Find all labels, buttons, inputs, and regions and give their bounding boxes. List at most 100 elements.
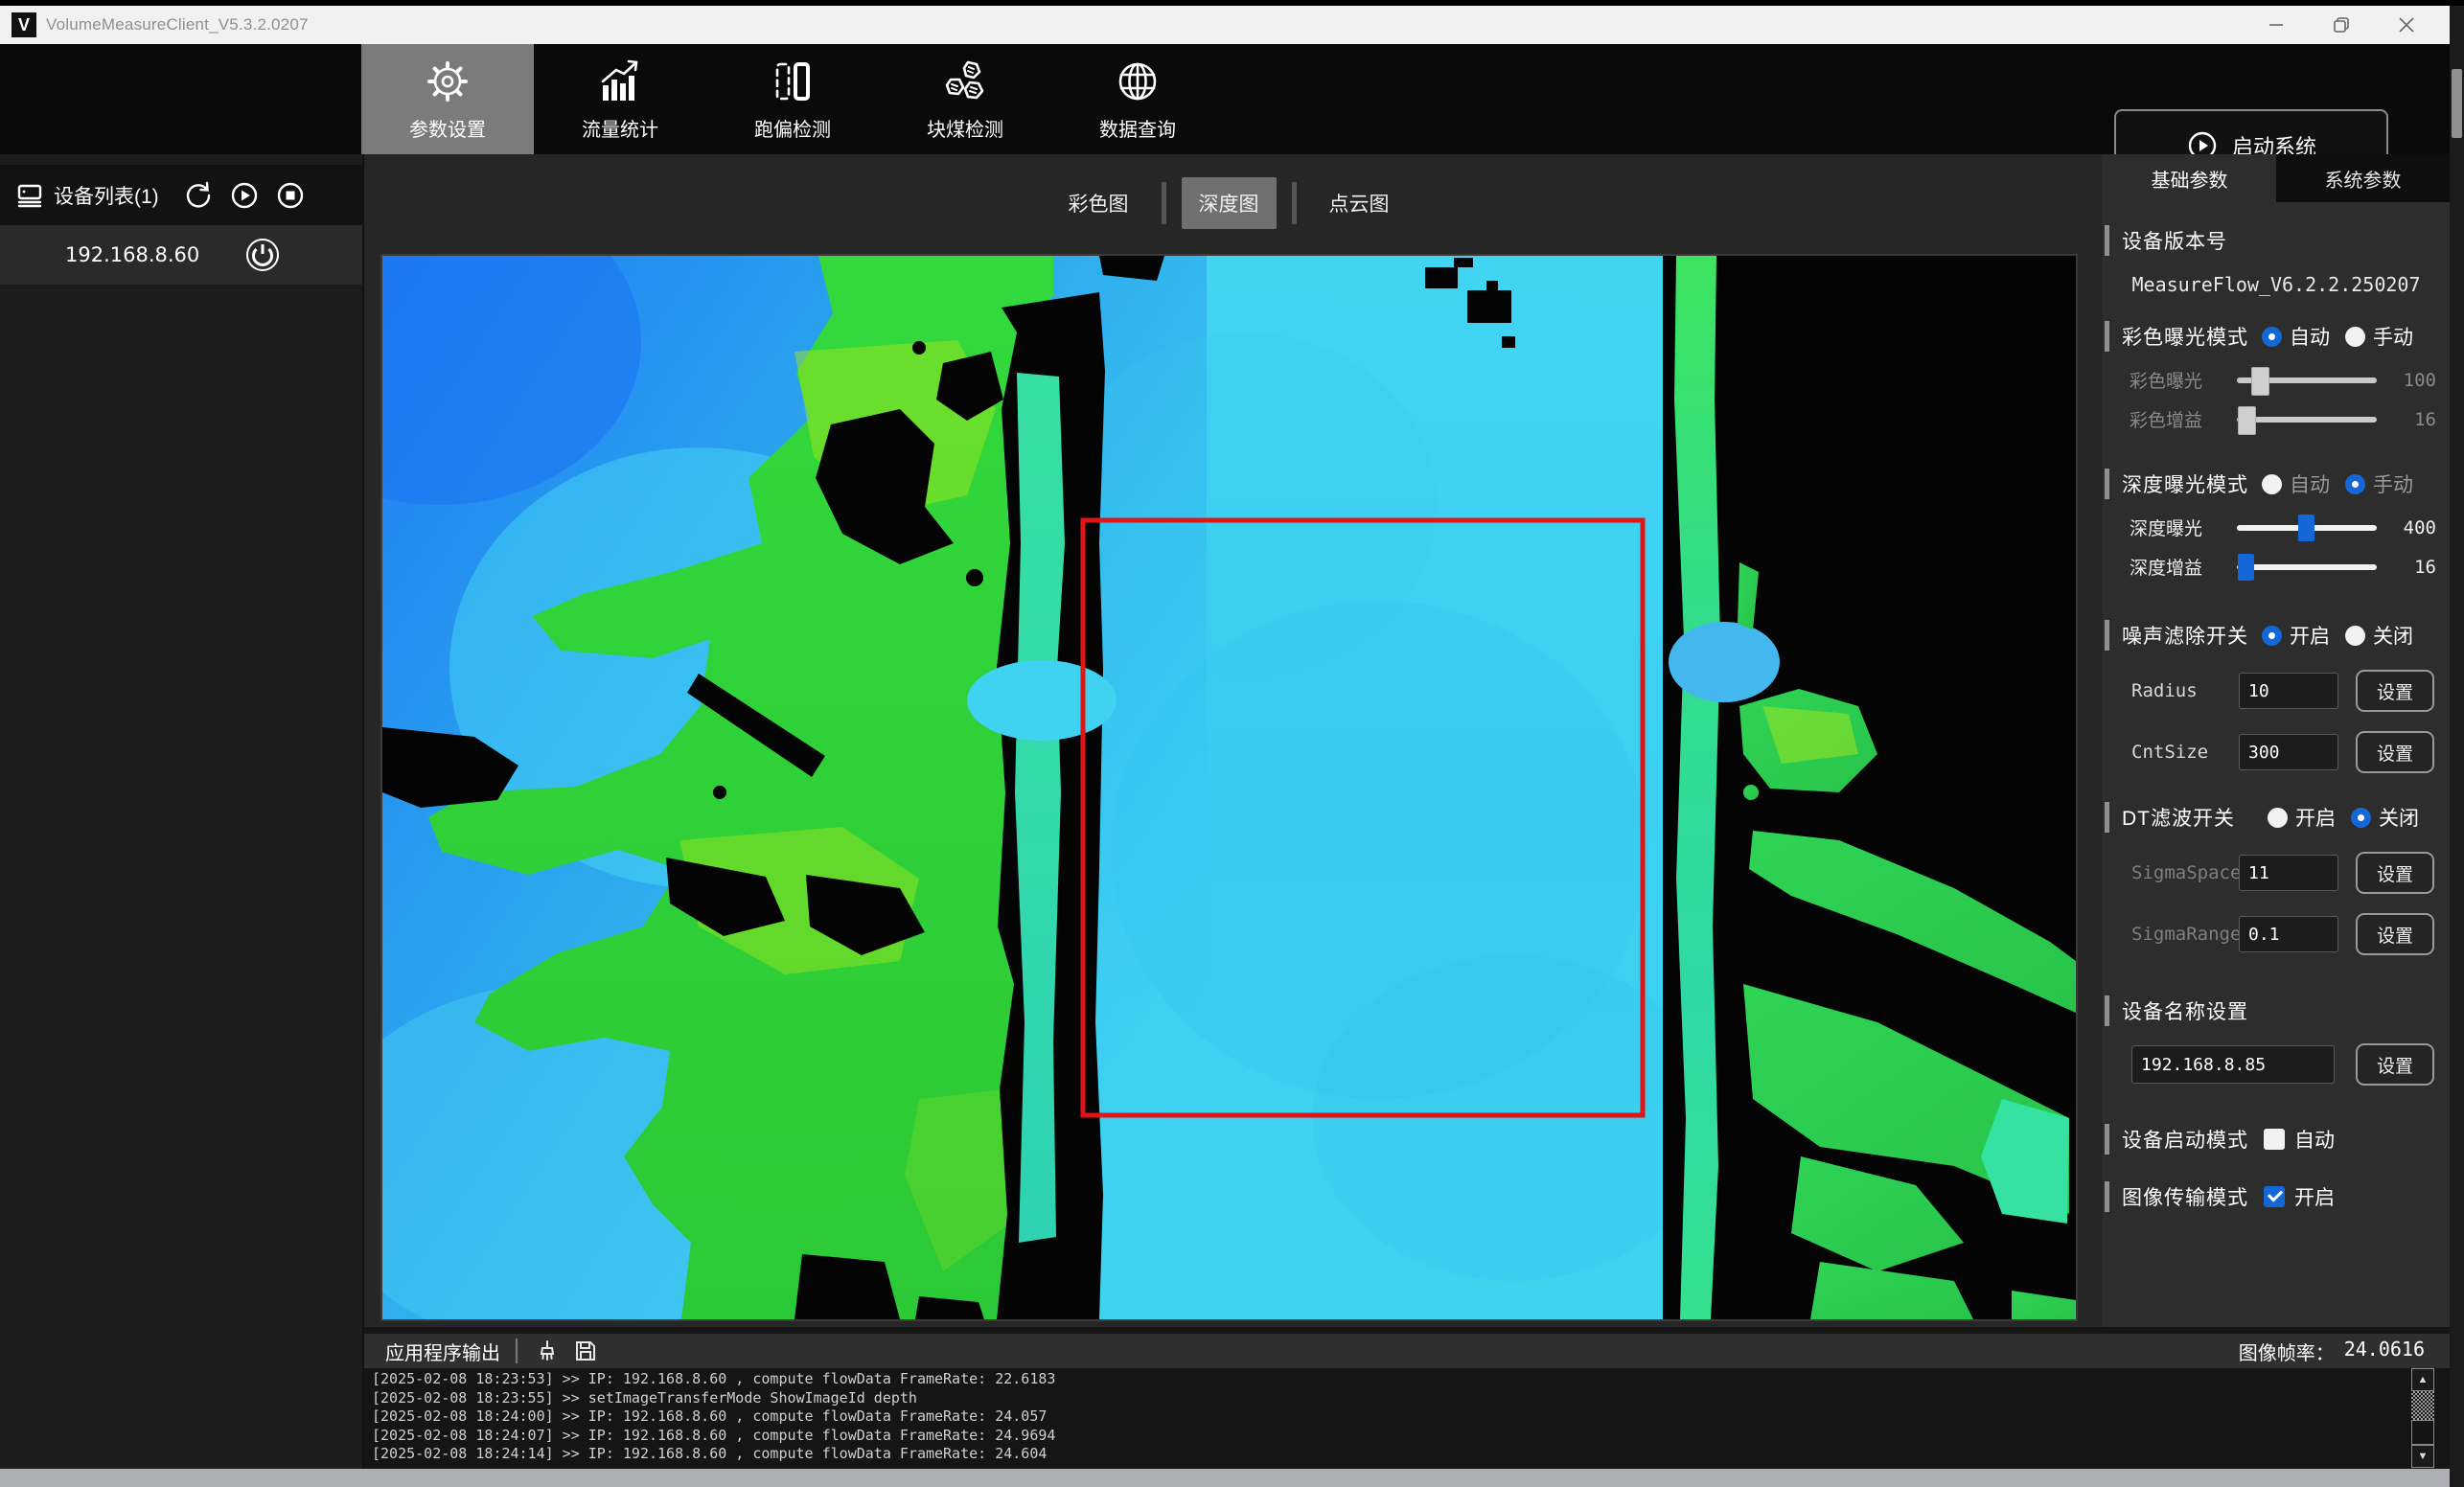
device-list-icon [15, 181, 44, 210]
viewer-area: 彩色图 深度图 点云图 [362, 154, 2105, 1327]
window-scroll-thumb[interactable] [2452, 69, 2462, 138]
parameter-panel: 基础参数 系统参数 设备版本号 MeasureFlow_V6.2.2.25020… [2103, 154, 2450, 1327]
tab-pointcloud-image[interactable]: 点云图 [1312, 177, 1407, 229]
depth-exposure-slider-row: 深度曝光 400 [2130, 515, 2436, 540]
device-sidebar: 设备列表(1) 192.168.8.60 [0, 154, 362, 1469]
cntsize-set-button[interactable]: 设置 [2356, 731, 2434, 773]
radio-depth-auto[interactable] [2262, 474, 2282, 494]
log-output[interactable]: [2025-02-08 18:23:53] >> IP: 192.168.8.6… [372, 1370, 2404, 1466]
start-mode-checkbox[interactable] [2264, 1129, 2285, 1150]
radio-color-auto[interactable] [2262, 327, 2282, 347]
sigma-space-set-button[interactable]: 设置 [2356, 852, 2434, 894]
save-icon [573, 1338, 598, 1363]
refresh-devices-button[interactable] [182, 179, 215, 212]
radio-noise-off[interactable] [2345, 626, 2365, 646]
color-exposure-slider-row: 彩色曝光 100 [2130, 367, 2436, 393]
framerate-label: 图像帧率： [2239, 1338, 2335, 1365]
log-header: 应用程序输出 图像帧率： 24.0616 [364, 1334, 2452, 1368]
device-ip: 192.168.8.60 [65, 243, 199, 266]
toolbar-item-label: 块煤检测 [927, 114, 1003, 142]
window-scrollbar[interactable] [2450, 6, 2464, 1487]
depth-gain-slider-row: 深度增益 16 [2130, 554, 2436, 580]
tab-depth-image[interactable]: 深度图 [1182, 177, 1277, 229]
close-button[interactable] [2374, 6, 2439, 44]
radius-input[interactable]: 10 [2239, 673, 2338, 709]
device-list-header: 设备列表(1) [0, 165, 362, 225]
tab-separator [1162, 182, 1166, 224]
radio-dt-on[interactable] [2268, 808, 2288, 828]
toolbar-item-data-query[interactable]: 数据查询 [1051, 44, 1224, 154]
log-line: [2025-02-08 18:24:14] >> IP: 192.168.8.6… [372, 1445, 2404, 1464]
depth-gain-slider[interactable] [2237, 564, 2377, 570]
toolbar-item-deviation-detection[interactable]: 跑偏检测 [706, 44, 879, 154]
play-icon [229, 180, 260, 211]
noise-filter-row: 噪声滤除开关 开启 关闭 [2105, 620, 2450, 651]
sigma-space-input[interactable]: 11 [2239, 855, 2338, 891]
toolbar-item-flow-statistics[interactable]: 流量统计 [534, 44, 706, 154]
minimize-button[interactable] [2244, 6, 2309, 44]
tab-color-image[interactable]: 彩色图 [1051, 177, 1146, 229]
scroll-track[interactable] [2411, 1391, 2434, 1420]
log-line: [2025-02-08 18:24:07] >> IP: 192.168.8.6… [372, 1427, 2404, 1446]
tab-basic-params[interactable]: 基础参数 [2103, 154, 2276, 202]
toolbar-item-lump-coal-detection[interactable]: 块煤检测 [879, 44, 1051, 154]
scroll-up-button[interactable]: ▲ [2411, 1368, 2434, 1391]
radio-color-manual[interactable] [2345, 327, 2365, 347]
check-icon [2268, 1186, 2283, 1201]
depth-exposure-mode-row: 深度曝光模式 自动 手动 [2105, 469, 2450, 499]
scroll-down-button[interactable]: ▼ [2411, 1445, 2434, 1468]
section-bar [2105, 225, 2109, 256]
stop-icon [275, 180, 306, 211]
globe-icon [1113, 57, 1163, 106]
device-power-button[interactable] [243, 236, 282, 274]
transfer-mode-checkbox[interactable] [2264, 1186, 2285, 1207]
parameter-tabs: 基础参数 系统参数 [2103, 154, 2450, 202]
window-title: VolumeMeasureClient_V5.3.2.0207 [46, 15, 309, 34]
minimize-icon [2267, 15, 2286, 34]
sigma-range-row: SigmaRange 0.1 设置 [2131, 913, 2434, 955]
device-name-set-button[interactable]: 设置 [2356, 1043, 2434, 1086]
toolbar-item-label: 数据查询 [1099, 114, 1176, 142]
refresh-icon [183, 180, 214, 211]
save-log-button[interactable] [571, 1337, 600, 1365]
stop-all-devices-button[interactable] [274, 179, 307, 212]
tab-separator [1292, 182, 1297, 224]
device-name-input[interactable]: 192.168.8.85 [2131, 1045, 2335, 1084]
scroll-thumb[interactable] [2411, 1420, 2434, 1445]
clear-brush-icon [535, 1338, 560, 1363]
gear-icon [423, 57, 472, 106]
tab-system-params[interactable]: 系统参数 [2276, 154, 2450, 202]
framerate-readout: 图像帧率： 24.0616 [2239, 1338, 2425, 1365]
close-icon [2397, 15, 2416, 34]
device-row[interactable]: 192.168.8.60 [0, 225, 362, 285]
sigma-range-input[interactable]: 0.1 [2239, 916, 2338, 952]
restore-icon [2332, 15, 2351, 34]
radio-dt-off[interactable] [2351, 808, 2371, 828]
cntsize-input[interactable]: 300 [2239, 734, 2338, 770]
color-exposure-mode-row: 彩色曝光模式 自动 手动 [2105, 321, 2450, 352]
radio-noise-on[interactable] [2262, 626, 2282, 646]
sigma-range-set-button[interactable]: 设置 [2356, 913, 2434, 955]
radio-depth-manual[interactable] [2345, 474, 2365, 494]
color-gain-slider-row: 彩色增益 16 [2130, 406, 2436, 432]
transfer-mode-row: 图像传输模式 开启 [2105, 1181, 2450, 1212]
framerate-value: 24.0616 [2344, 1338, 2425, 1365]
coal-pieces-icon [939, 57, 991, 106]
depth-exposure-slider[interactable] [2237, 525, 2377, 531]
color-exposure-slider [2237, 377, 2377, 383]
deviation-icon [768, 57, 817, 106]
app-logo: V [12, 12, 36, 37]
image-tabs: 彩色图 深度图 点云图 [364, 175, 2093, 231]
start-all-devices-button[interactable] [228, 179, 261, 212]
toolbar-item-parameter-settings[interactable]: 参数设置 [361, 44, 534, 154]
log-panel: 应用程序输出 图像帧率： 24.0616 [2025-02-08 18:23:5… [362, 1327, 2452, 1469]
radius-set-button[interactable]: 设置 [2356, 670, 2434, 712]
restore-button[interactable] [2309, 6, 2374, 44]
log-line: [2025-02-08 18:23:53] >> IP: 192.168.8.6… [372, 1370, 2404, 1389]
cntsize-row: CntSize 300 设置 [2131, 731, 2434, 773]
clear-log-button[interactable] [533, 1337, 562, 1365]
section-device-name: 设备名称设置 [2105, 995, 2450, 1026]
titlebar: V VolumeMeasureClient_V5.3.2.0207 [0, 6, 2464, 44]
depth-image-view[interactable] [380, 254, 2078, 1321]
log-scrollbar[interactable]: ▲ ▼ [2411, 1368, 2436, 1470]
